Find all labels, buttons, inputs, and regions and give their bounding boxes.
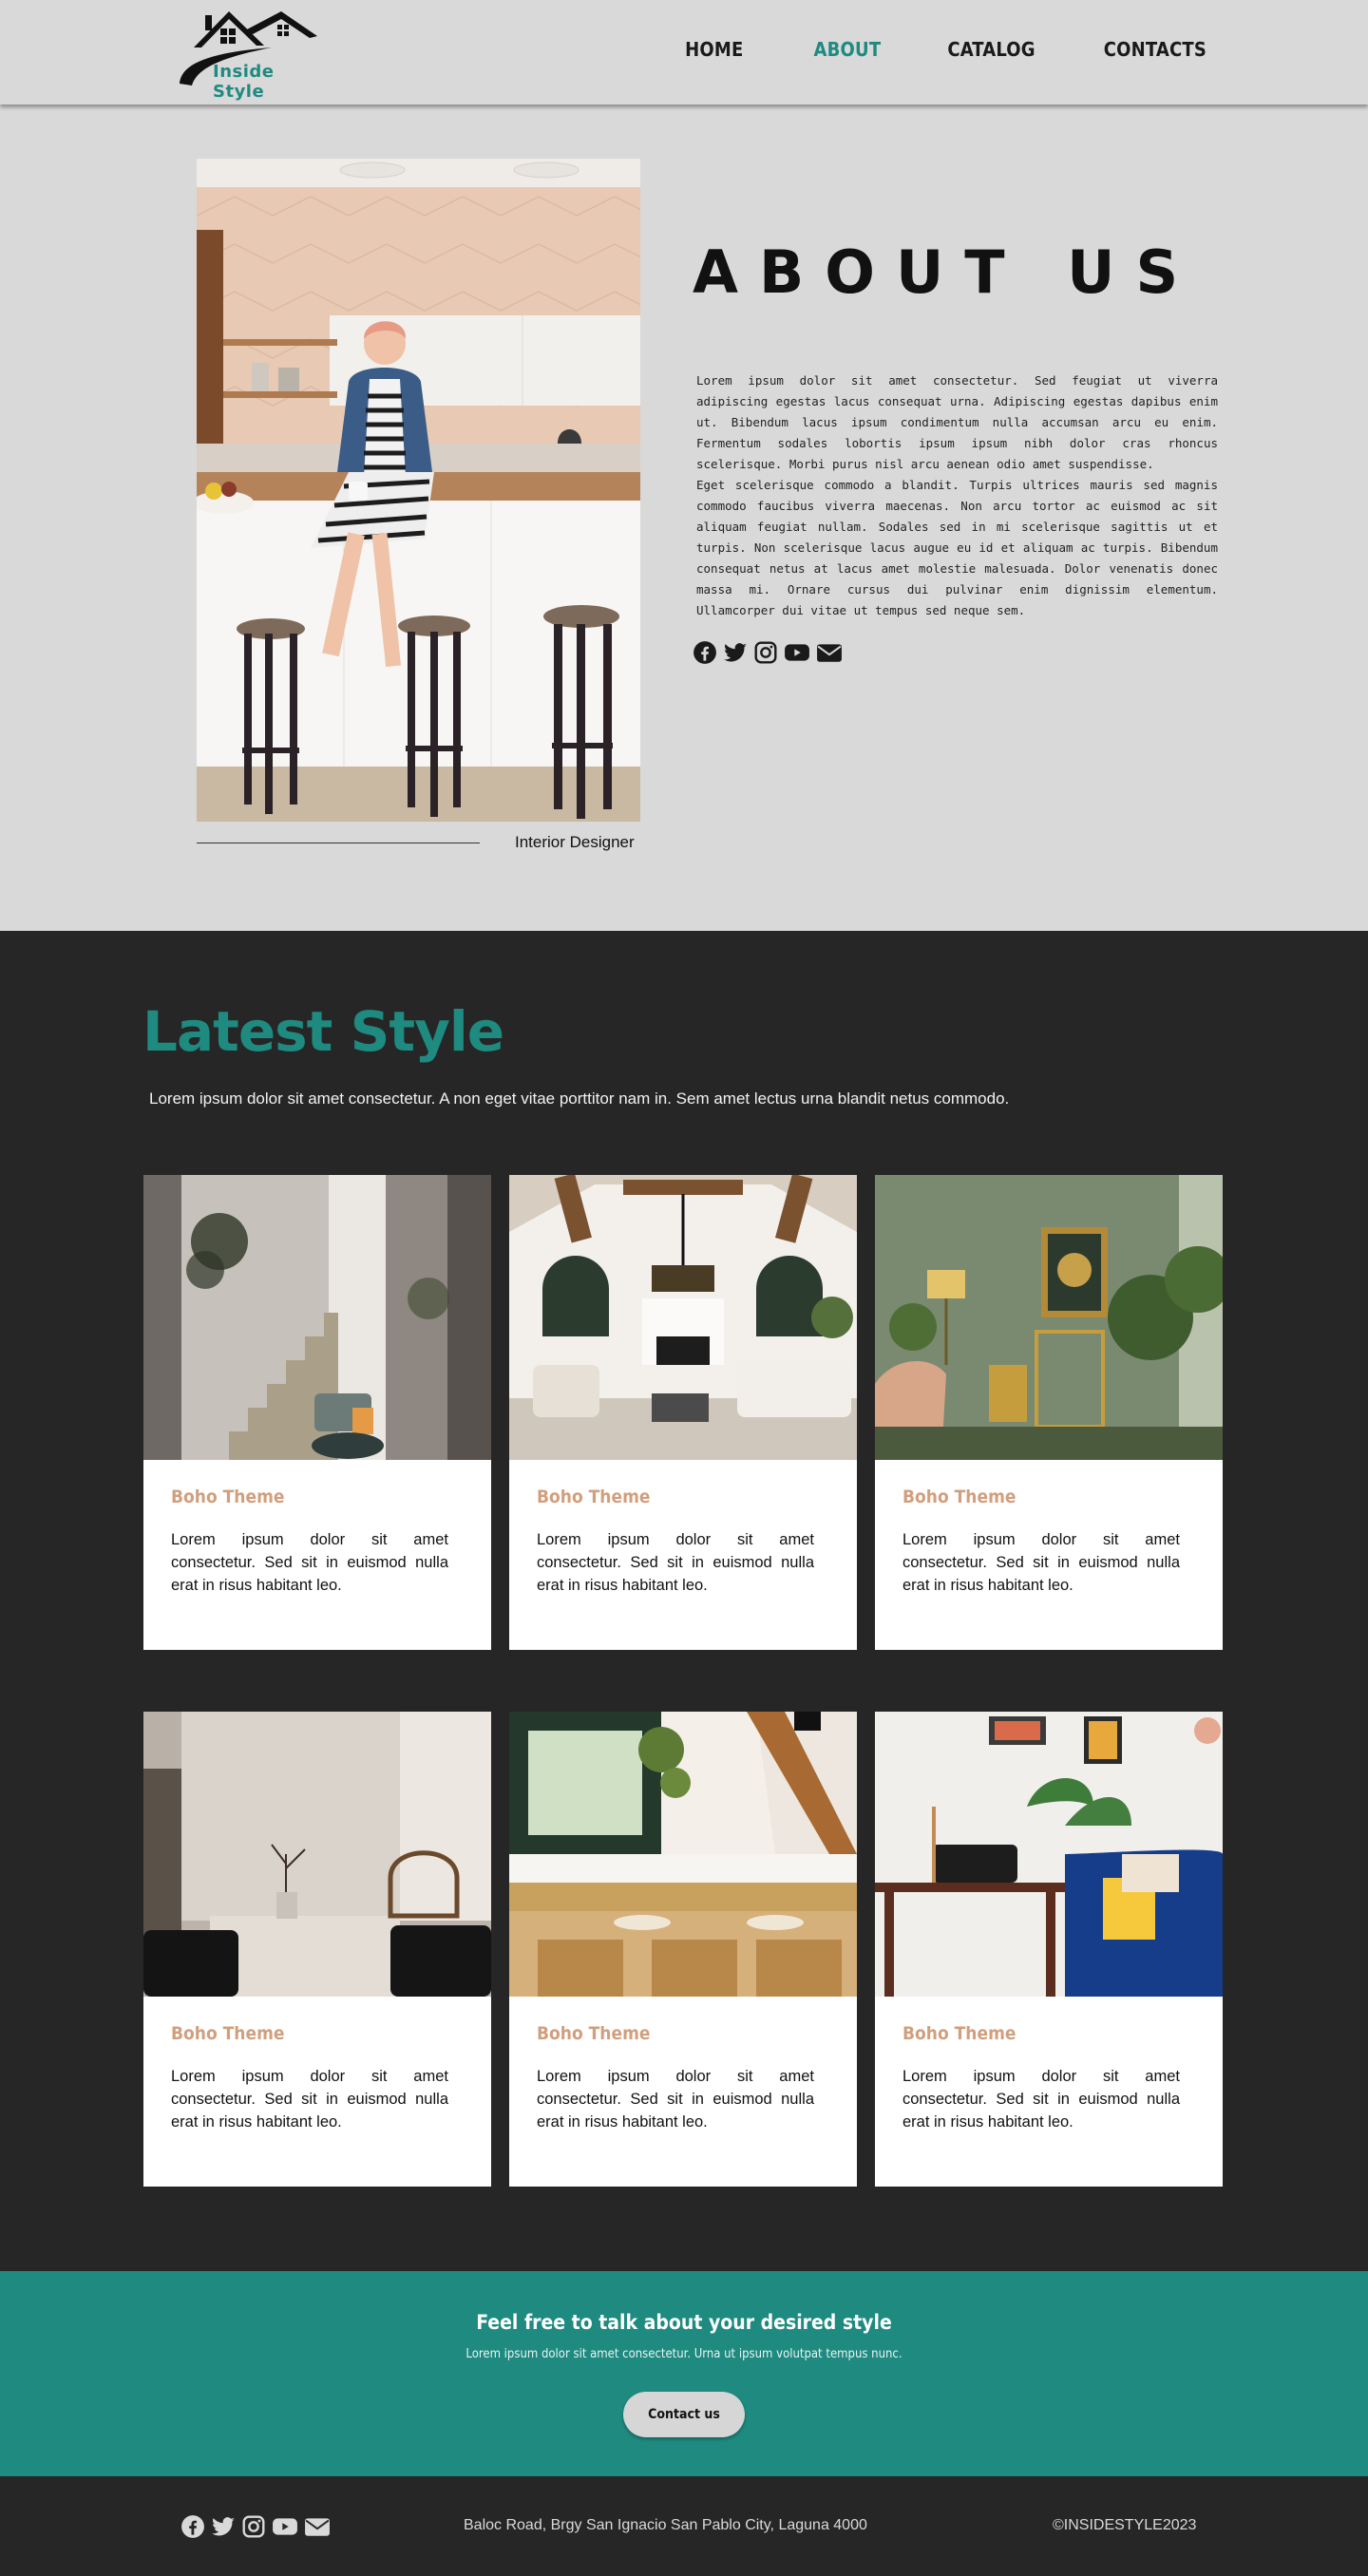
footer-social-links <box>180 2514 331 2539</box>
nav-contacts[interactable]: CONTACTS <box>1104 38 1206 61</box>
style-card[interactable]: Boho Theme Lorem ipsum dolor sit amet co… <box>875 1175 1223 1650</box>
about-title: ABOUT US <box>693 237 1200 307</box>
card-text: Lorem ipsum dolor sit amet consectetur. … <box>902 2068 1180 2131</box>
style-card[interactable]: Boho Theme Lorem ipsum dolor sit amet co… <box>875 1712 1223 2187</box>
twitter-icon[interactable] <box>723 640 748 665</box>
footer-address: Baloc Road, Brgy San Ignacio San Pablo C… <box>464 2517 867 2533</box>
site-footer: Baloc Road, Brgy San Ignacio San Pablo C… <box>0 2476 1368 2576</box>
card-title: Boho Theme <box>171 2023 285 2044</box>
style-card[interactable]: Boho Theme Lorem ipsum dolor sit amet co… <box>143 1175 491 1650</box>
facebook-icon[interactable] <box>693 640 717 665</box>
about-section: Interior Designer ABOUT US Lorem ipsum d… <box>0 104 1368 931</box>
youtube-icon[interactable] <box>784 640 810 665</box>
designer-photo <box>197 159 640 822</box>
nav-home[interactable]: HOME <box>685 38 743 61</box>
style-card[interactable]: Boho Theme Lorem ipsum dolor sit amet co… <box>509 1712 857 2187</box>
style-card[interactable]: Boho Theme Lorem ipsum dolor sit amet co… <box>143 1712 491 2187</box>
designer-caption: Interior Designer <box>515 833 635 851</box>
card-image <box>509 1712 857 1997</box>
style-card[interactable]: Boho Theme Lorem ipsum dolor sit amet co… <box>509 1175 857 1650</box>
card-image <box>143 1712 491 1997</box>
card-image <box>143 1175 491 1460</box>
about-paragraph-2: Eget scelerisque commodo a blandit. Turp… <box>696 478 1218 617</box>
card-title: Boho Theme <box>902 2023 1016 2044</box>
site-logo[interactable]: Inside Style <box>177 9 319 102</box>
email-icon[interactable] <box>816 640 843 665</box>
instagram-icon[interactable] <box>753 640 778 665</box>
contact-cta-section: Feel free to talk about your desired sty… <box>0 2271 1368 2476</box>
logo-text: Inside Style <box>213 62 275 102</box>
card-title: Boho Theme <box>537 1487 651 1507</box>
youtube-icon[interactable] <box>272 2514 298 2539</box>
twitter-icon[interactable] <box>211 2514 236 2539</box>
card-title: Boho Theme <box>537 2023 651 2044</box>
latest-style-section: Latest Style Lorem ipsum dolor sit amet … <box>0 931 1368 2271</box>
cta-title: Feel free to talk about your desired sty… <box>476 2311 892 2334</box>
card-text: Lorem ipsum dolor sit amet consectetur. … <box>537 1531 814 1594</box>
card-text: Lorem ipsum dolor sit amet consectetur. … <box>171 2068 448 2131</box>
card-image <box>875 1175 1223 1460</box>
site-header: Inside Style HOME ABOUT CATALOG CONTACTS <box>0 0 1368 104</box>
main-nav: HOME ABOUT CATALOG CONTACTS <box>685 38 1206 61</box>
instagram-icon[interactable] <box>241 2514 266 2539</box>
facebook-icon[interactable] <box>180 2514 205 2539</box>
nav-about[interactable]: ABOUT <box>813 38 881 61</box>
card-image <box>509 1175 857 1460</box>
card-text: Lorem ipsum dolor sit amet consectetur. … <box>537 2068 814 2131</box>
card-text: Lorem ipsum dolor sit amet consectetur. … <box>902 1531 1180 1594</box>
cta-text: Lorem ipsum dolor sit amet consectetur. … <box>466 2347 902 2361</box>
card-text: Lorem ipsum dolor sit amet consectetur. … <box>171 1531 448 1594</box>
card-title: Boho Theme <box>171 1487 285 1507</box>
footer-copyright: ©INSIDESTYLE2023 <box>1053 2517 1197 2533</box>
contact-us-button[interactable]: Contact us <box>623 2392 745 2437</box>
card-title: Boho Theme <box>902 1487 1016 1507</box>
latest-title: Latest Style <box>142 999 504 1064</box>
card-image <box>875 1712 1223 1997</box>
about-social-links <box>693 640 843 665</box>
about-paragraph-1: Lorem ipsum dolor sit amet consectetur. … <box>696 373 1218 471</box>
nav-catalog[interactable]: CATALOG <box>947 38 1035 61</box>
latest-description: Lorem ipsum dolor sit amet consectetur. … <box>149 1089 1010 1108</box>
email-icon[interactable] <box>304 2514 331 2539</box>
